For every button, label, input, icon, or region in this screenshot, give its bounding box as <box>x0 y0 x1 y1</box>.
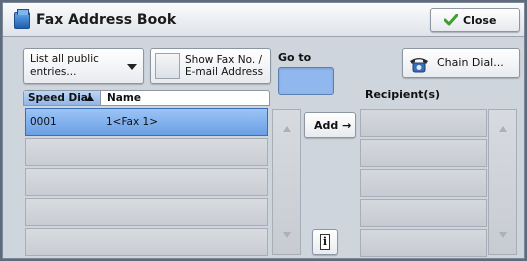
entry-filter-value: List all public entries... <box>30 53 99 78</box>
scroll-down-icon[interactable] <box>283 232 291 238</box>
recipient-slot[interactable] <box>360 199 487 227</box>
window-title: Fax Address Book <box>36 12 177 28</box>
scroll-up-icon[interactable] <box>499 126 507 132</box>
add-button-label: Add → <box>314 119 352 132</box>
table-row[interactable] <box>25 228 268 256</box>
name-cell: 1<Fax 1> <box>106 116 159 128</box>
recipient-slot[interactable] <box>360 139 487 167</box>
show-fax-toggle[interactable]: Show Fax No. / E-mail Address <box>150 48 271 84</box>
goto-label: Go to <box>278 51 312 64</box>
scroll-up-icon[interactable] <box>283 126 291 132</box>
table-row[interactable] <box>25 198 268 226</box>
dropdown-arrow-icon <box>125 60 140 73</box>
address-list-scrollbar[interactable] <box>272 109 301 255</box>
speed-dial-cell: 0001 <box>30 116 57 128</box>
add-button[interactable]: Add → <box>304 112 356 138</box>
table-row[interactable] <box>25 138 268 166</box>
chain-dial-label: Chain Dial... <box>437 56 504 69</box>
folder-icon <box>14 9 30 29</box>
show-fax-label: Show Fax No. / E-mail Address <box>185 54 264 78</box>
entry-filter-dropdown[interactable]: List all public entries... <box>23 48 144 84</box>
goto-input[interactable] <box>278 67 334 95</box>
address-list-header: Speed Dial Name <box>23 90 270 106</box>
recipients-label: Recipient(s) <box>365 88 441 101</box>
sort-ascending-icon <box>86 95 94 101</box>
chain-dial-button[interactable]: Chain Dial... <box>402 48 520 78</box>
title-bar: Fax Address Book Close <box>3 3 524 37</box>
telephone-icon <box>410 58 428 73</box>
recipient-slot[interactable] <box>360 109 487 137</box>
table-row[interactable] <box>25 168 268 196</box>
table-row[interactable]: 0001 1<Fax 1> <box>25 108 268 136</box>
column-header-name[interactable]: Name <box>107 92 141 104</box>
close-button[interactable]: Close <box>430 8 520 32</box>
checkmark-icon <box>444 14 458 26</box>
recipient-slot[interactable] <box>360 169 487 197</box>
fax-address-book-window: Fax Address Book Close List all public e… <box>2 2 525 259</box>
info-button[interactable]: i <box>312 229 338 255</box>
column-header-speed-dial[interactable]: Speed Dial <box>24 91 101 105</box>
close-button-label: Close <box>463 14 497 27</box>
scroll-down-icon[interactable] <box>499 232 507 238</box>
recipient-slot[interactable] <box>360 229 487 257</box>
recipients-scrollbar[interactable] <box>488 109 517 255</box>
show-fax-checkbox[interactable] <box>155 53 180 79</box>
info-icon: i <box>320 234 330 250</box>
